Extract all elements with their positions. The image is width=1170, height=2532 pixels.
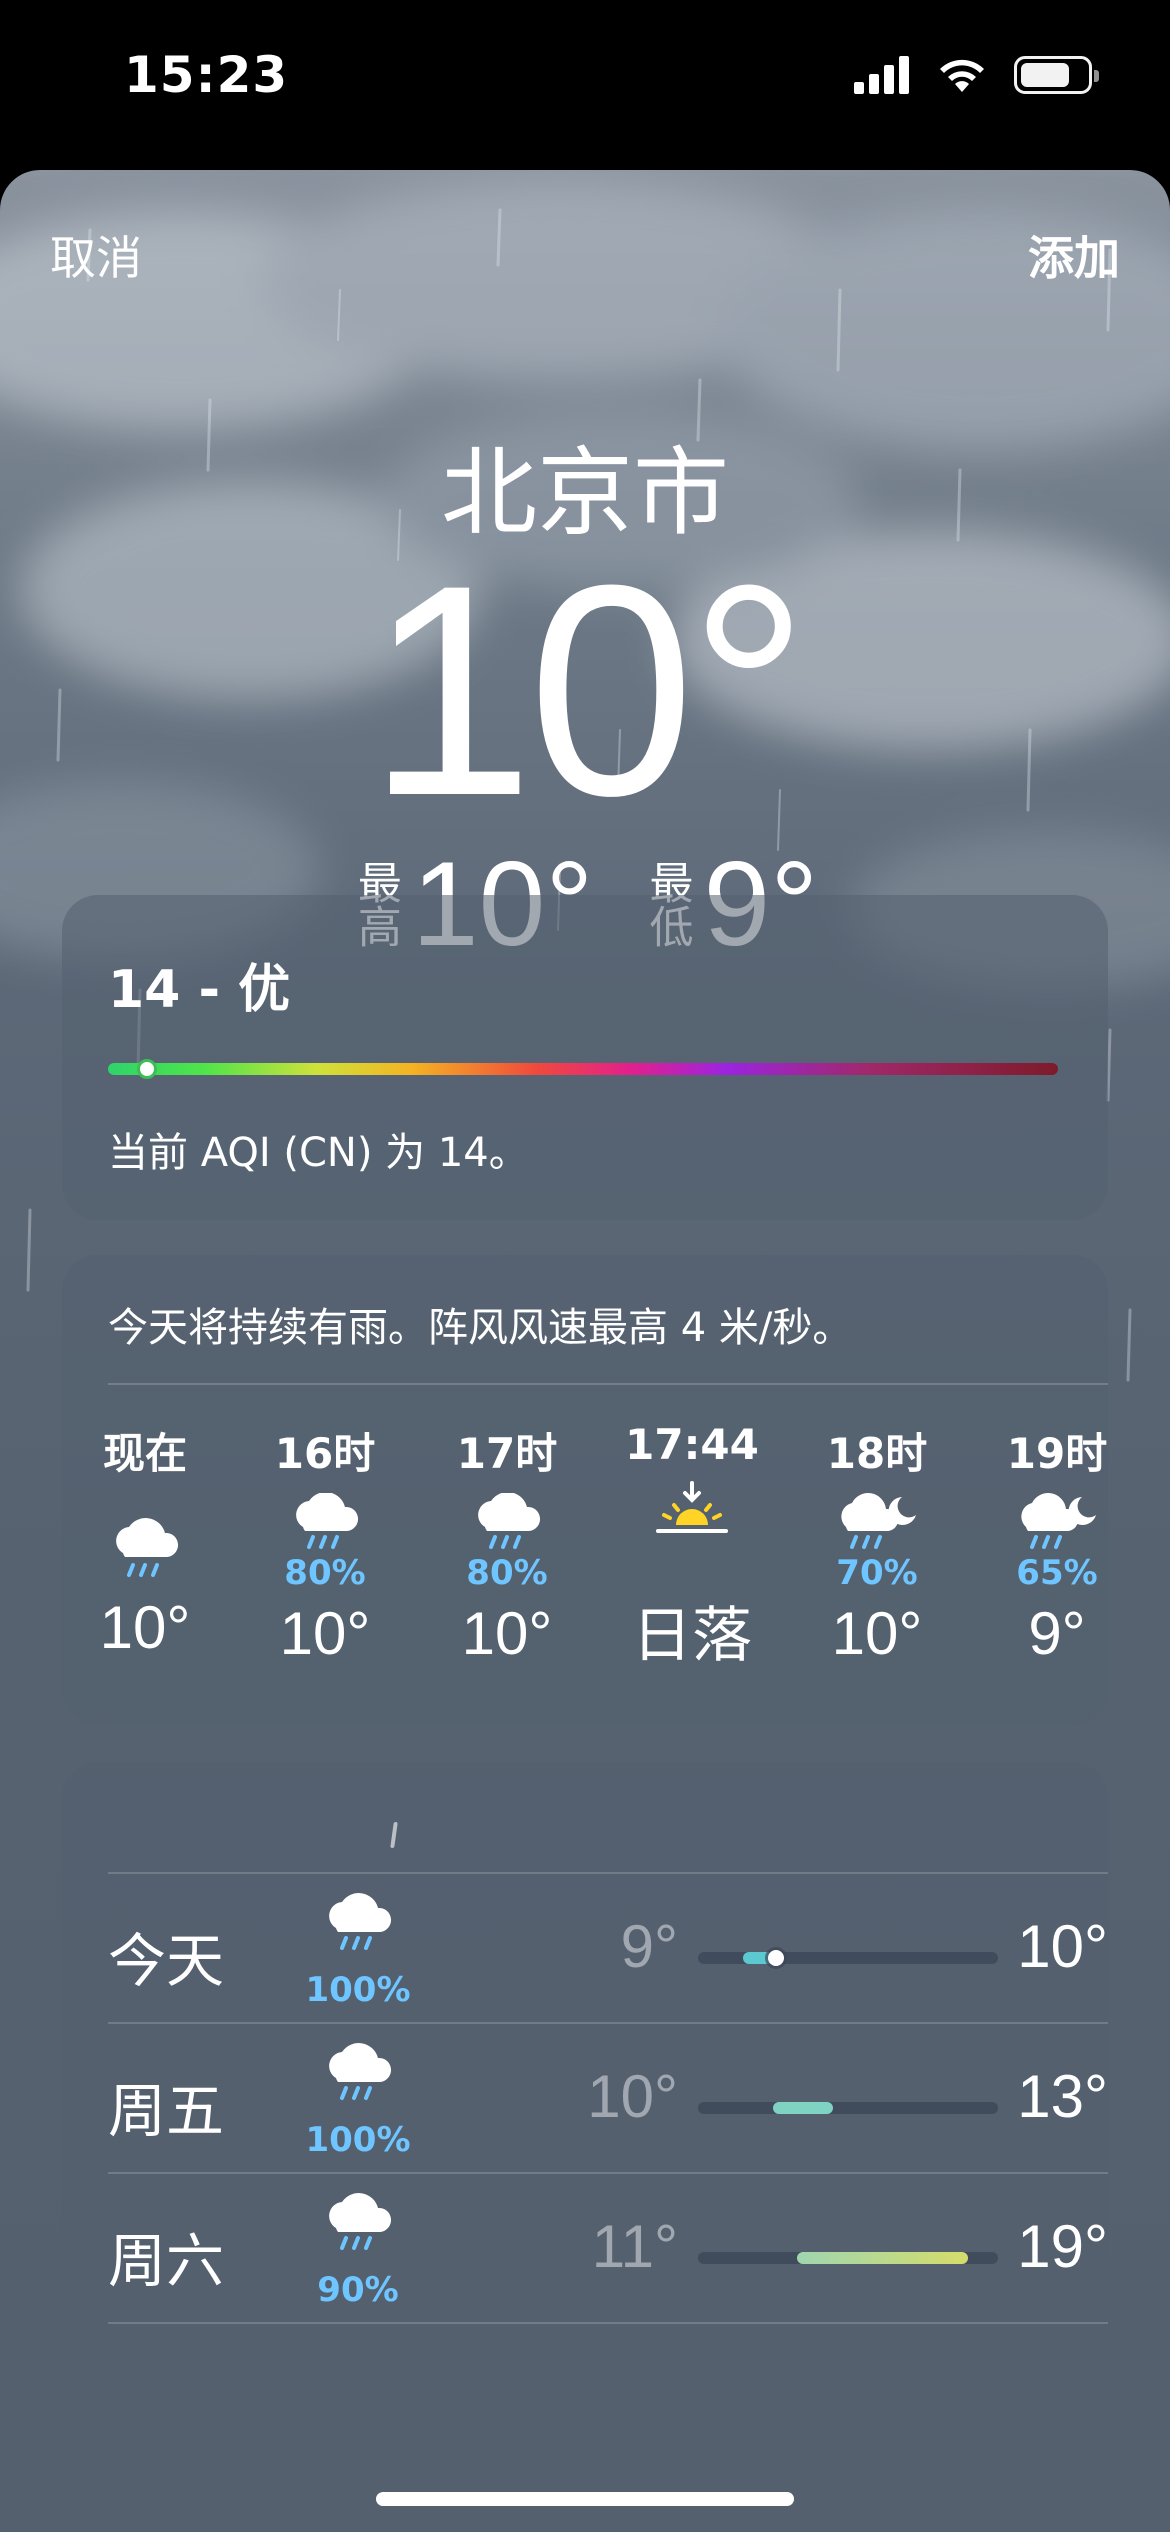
scroll-marker [390, 1822, 398, 1848]
hour-label: 18时 [826, 1429, 928, 1478]
hour-temperature: 10° [99, 1594, 191, 1661]
rain-cloud-icon [70, 1493, 220, 1583]
hour-label: 现在 [102, 1429, 187, 1478]
add-button[interactable]: 添加 [1028, 222, 1120, 288]
aqi-indicator [136, 1059, 157, 1079]
precip-probability [617, 1541, 767, 1581]
battery-icon [1014, 56, 1099, 94]
daily-forecast-card: 今天 100% 9° 10° 周五 100% 10° 13° 周六 90% 11… [62, 1762, 1108, 2532]
rain-cloud-icon [432, 1493, 582, 1553]
status-bar: 15:23 [0, 0, 1170, 170]
hour-item: 现在 10° [70, 1420, 220, 1720]
weather-preview-sheet: 取消 添加 北京市 10° 最高 10° 最低 9° 14 - 优 当前 AQI… [0, 170, 1170, 2532]
current-temperature: 10° [367, 522, 809, 858]
aqi-scale-bar [108, 1059, 1058, 1079]
hour-item: 18时 70% 10° [802, 1420, 952, 1720]
wifi-icon [940, 59, 984, 92]
cellular-signal-icon [854, 56, 909, 94]
hour-label: 17:44 [625, 1420, 759, 1469]
status-icons [854, 56, 1099, 94]
hourly-forecast-card: 今天将持续有雨。阵风风速最高 4 米/秒。 现在 10° 16时 80% 10° [62, 1255, 1108, 1725]
sunset-icon [617, 1481, 767, 1541]
precip-probability: 65% [1016, 1553, 1098, 1593]
aqi-description: 当前 AQI (CN) 为 14。 [108, 1130, 529, 1176]
day-name: 今天 [108, 1927, 225, 1995]
rain-cloud-moon-icon [802, 1493, 952, 1553]
daily-row: 周五 100% 10° 13° [108, 2022, 1108, 2172]
low-temperature: 10° [587, 2063, 678, 2130]
aqi-card[interactable]: 14 - 优 当前 AQI (CN) 为 14。 [62, 895, 1108, 1220]
divider [108, 2022, 1108, 2024]
hour-temperature: 9° [1028, 1600, 1086, 1667]
temperature-range-bar [698, 2102, 998, 2114]
hour-item: 19时 65% 9° [982, 1420, 1108, 1720]
hour-item: 16时 80% 10° [250, 1420, 400, 1720]
hour-label: 19时 [1006, 1429, 1108, 1478]
hour-temperature: 日落 [632, 1602, 752, 1669]
high-temperature: 13° [1017, 2063, 1108, 2130]
hour-item: 17时 80% 10° [432, 1420, 582, 1720]
precip-probability: 100% [305, 2120, 411, 2160]
home-indicator[interactable] [376, 2492, 794, 2506]
precip-probability: 100% [305, 1970, 411, 2010]
divider [108, 2322, 1108, 2324]
hour-item: 17:44 日落 [617, 1420, 767, 1720]
hourly-summary: 今天将持续有雨。阵风风速最高 4 米/秒。 [108, 1305, 853, 1351]
precip-probability: 90% [317, 2270, 399, 2310]
temperature-range-bar [698, 2252, 998, 2264]
rain-cloud-icon [313, 2188, 403, 2258]
hourly-scroll[interactable]: 现在 10° 16时 80% 10° 17时 80% 10° 17:44 日落 … [62, 1420, 1108, 1720]
precip-probability: 80% [466, 1553, 548, 1593]
high-temperature: 10° [1017, 1913, 1108, 1980]
status-time: 15:23 [124, 46, 289, 104]
hour-temperature: 10° [831, 1600, 923, 1667]
current-temp-marker [768, 1950, 784, 1966]
divider [108, 1383, 1108, 1385]
daily-row: 周六 90% 11° 19° [108, 2172, 1108, 2322]
high-temperature: 19° [1017, 2213, 1108, 2280]
daily-row: 今天 100% 9° 10° [108, 1872, 1108, 2022]
daily-row [108, 2322, 1108, 2472]
day-name: 周五 [108, 2077, 225, 2145]
rain-cloud-moon-icon [982, 1493, 1108, 1553]
temperature-range-bar [698, 1950, 998, 1966]
aqi-title: 14 - 优 [108, 960, 291, 1020]
hour-temperature: 10° [461, 1600, 553, 1667]
rain-cloud-icon [313, 1888, 403, 1958]
hour-label: 16时 [274, 1429, 376, 1478]
low-temperature: 9° [620, 1913, 678, 1980]
range-fill [773, 2102, 833, 2114]
divider [108, 2172, 1108, 2174]
range-fill [797, 2252, 968, 2264]
hour-label: 17时 [456, 1429, 558, 1478]
precip-probability: 80% [284, 1553, 366, 1593]
rain-cloud-icon [250, 1493, 400, 1553]
cancel-button[interactable]: 取消 [50, 222, 142, 288]
low-temperature: 11° [591, 2213, 678, 2280]
rain-cloud-icon [313, 2038, 403, 2108]
day-name: 周六 [108, 2227, 225, 2295]
hour-temperature: 10° [279, 1600, 371, 1667]
divider [108, 1872, 1108, 1874]
precip-probability: 70% [836, 1553, 918, 1593]
